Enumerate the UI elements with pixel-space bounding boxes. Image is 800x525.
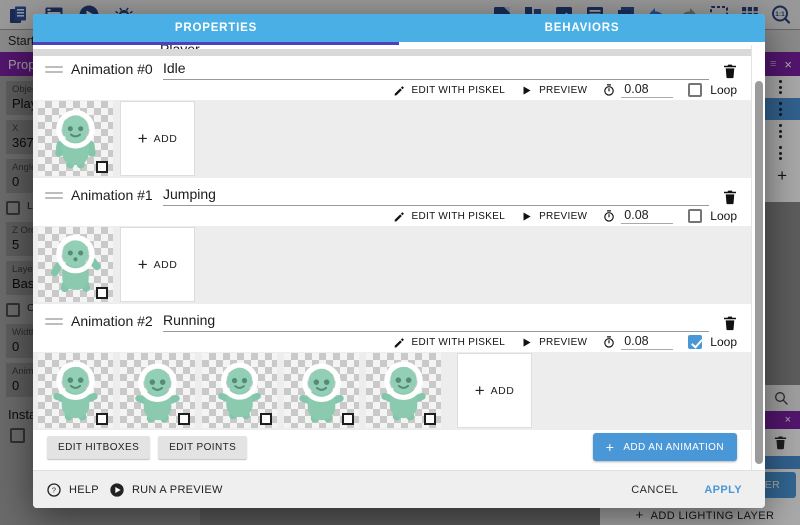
animation-section: Animation #0 Idle EDIT WITH PISKEL PREVI… — [33, 56, 751, 178]
plus-icon: + — [138, 129, 148, 149]
frame-select-checkbox[interactable] — [178, 413, 190, 425]
object-editor-dialog: PROPERTIES BEHAVIORS Player Animation #0… — [33, 14, 765, 508]
frame-select-checkbox[interactable] — [96, 287, 108, 299]
preview-button[interactable]: PREVIEW — [520, 336, 587, 349]
play-icon — [520, 84, 533, 97]
frame-thumbnail[interactable] — [38, 353, 113, 428]
loop-checkbox[interactable]: Loop — [688, 209, 737, 223]
cancel-button[interactable]: CANCEL — [623, 478, 686, 502]
time-between-frames-input[interactable]: 0.08 — [602, 208, 673, 224]
add-frame-button[interactable]: +ADD — [120, 227, 195, 302]
animation-actions-row: EDIT HITBOXES EDIT POINTS +ADD AN ANIMAT… — [33, 434, 751, 460]
preview-button[interactable]: PREVIEW — [520, 210, 587, 223]
frame-select-checkbox[interactable] — [96, 161, 108, 173]
frame-select-checkbox[interactable] — [424, 413, 436, 425]
plus-icon: + — [475, 381, 485, 401]
preview-button[interactable]: PREVIEW — [520, 84, 587, 97]
animation-label: Animation #0 — [71, 61, 163, 80]
edit-with-piskel-button[interactable]: EDIT WITH PISKEL — [393, 336, 506, 349]
animation-label: Animation #1 — [71, 187, 163, 206]
run-preview-button[interactable]: RUN A PREVIEW — [109, 482, 223, 498]
frames-strip: +ADD — [33, 100, 751, 178]
animation-name-input[interactable]: Running — [163, 312, 709, 332]
frame-thumbnail[interactable] — [202, 353, 277, 428]
frame-thumbnail[interactable] — [120, 353, 195, 428]
drag-handle-icon[interactable] — [45, 66, 63, 80]
object-name-row[interactable]: Player — [33, 45, 751, 56]
help-icon — [46, 482, 62, 498]
loop-checkbox[interactable]: Loop — [688, 335, 737, 349]
dialog-body: Player Animation #0 Idle EDIT WITH PISKE… — [33, 45, 751, 470]
add-animation-button[interactable]: +ADD AN ANIMATION — [593, 433, 737, 461]
frame-thumbnail[interactable] — [38, 101, 113, 176]
edit-with-piskel-button[interactable]: EDIT WITH PISKEL — [393, 210, 506, 223]
delete-animation-icon[interactable] — [721, 188, 739, 206]
edit-points-button[interactable]: EDIT POINTS — [158, 436, 247, 459]
plus-icon: + — [138, 255, 148, 275]
pencil-icon — [393, 336, 406, 349]
animation-section: Animation #2 Running EDIT WITH PISKEL PR… — [33, 308, 751, 430]
drag-handle-icon[interactable] — [45, 318, 63, 332]
edit-hitboxes-button[interactable]: EDIT HITBOXES — [47, 436, 150, 459]
stopwatch-icon — [602, 209, 616, 223]
frame-thumbnail[interactable] — [284, 353, 359, 428]
frames-strip: +ADD — [33, 352, 751, 430]
frame-select-checkbox[interactable] — [342, 413, 354, 425]
animation-name-input[interactable]: Idle — [163, 60, 709, 80]
play-icon — [520, 210, 533, 223]
drag-handle-icon[interactable] — [45, 192, 63, 206]
animation-name-input[interactable]: Jumping — [163, 186, 709, 206]
animation-section: Animation #1 Jumping EDIT WITH PISKEL PR… — [33, 182, 751, 304]
pencil-icon — [393, 210, 406, 223]
dialog-tabs: PROPERTIES BEHAVIORS — [33, 14, 765, 42]
pencil-icon — [393, 84, 406, 97]
time-between-frames-input[interactable]: 0.08 — [602, 82, 673, 98]
object-name-value: Player — [160, 45, 200, 56]
apply-button[interactable]: APPLY — [696, 478, 750, 502]
gdevelop-app: 1:1 Start Page Properties ObjectPlayerX3… — [0, 0, 800, 525]
add-frame-button[interactable]: +ADD — [120, 101, 195, 176]
dialog-footer: HELP RUN A PREVIEW CANCEL APPLY — [33, 470, 765, 508]
tab-behaviors[interactable]: BEHAVIORS — [399, 14, 765, 42]
play-icon — [520, 336, 533, 349]
run-preview-icon — [109, 482, 125, 498]
frame-thumbnail[interactable] — [366, 353, 441, 428]
frame-select-checkbox[interactable] — [260, 413, 272, 425]
edit-with-piskel-button[interactable]: EDIT WITH PISKEL — [393, 84, 506, 97]
frames-strip: +ADD — [33, 226, 751, 304]
frame-select-checkbox[interactable] — [96, 413, 108, 425]
stopwatch-icon — [602, 335, 616, 349]
delete-animation-icon[interactable] — [721, 314, 739, 332]
frame-thumbnail[interactable] — [38, 227, 113, 302]
stopwatch-icon — [602, 83, 616, 97]
help-button[interactable]: HELP — [46, 482, 99, 498]
animation-label: Animation #2 — [71, 313, 163, 332]
time-between-frames-input[interactable]: 0.08 — [602, 334, 673, 350]
loop-checkbox[interactable]: Loop — [688, 83, 737, 97]
tab-properties[interactable]: PROPERTIES — [33, 14, 399, 42]
scrollbar-thumb[interactable] — [755, 81, 763, 464]
dialog-scrollbar — [751, 45, 765, 470]
delete-animation-icon[interactable] — [721, 62, 739, 80]
plus-icon: + — [606, 439, 615, 455]
add-frame-button[interactable]: +ADD — [457, 353, 532, 428]
